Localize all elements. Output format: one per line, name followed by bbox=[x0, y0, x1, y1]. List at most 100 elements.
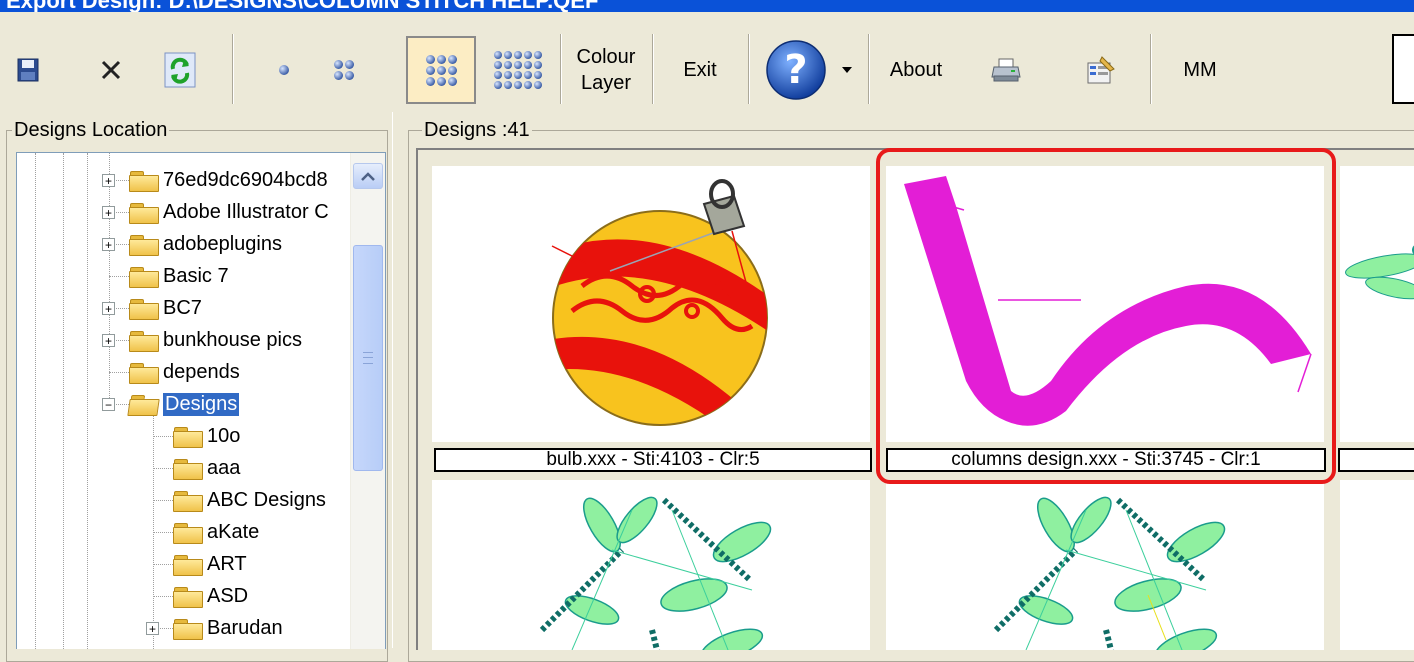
tree-node-label: ART bbox=[207, 552, 247, 575]
thumbnail-size-2-button[interactable] bbox=[318, 34, 370, 106]
dragonflies-design-image bbox=[993, 496, 1226, 650]
toolbar-separator bbox=[868, 34, 870, 104]
toolbar: Colour Layer Exit ? About MM bbox=[0, 12, 1414, 124]
folder-tree[interactable]: +76ed9dc6904bcd8 + Adobe Illustrator C + ado… bbox=[16, 152, 386, 649]
tree-connector bbox=[109, 372, 129, 373]
scroll-thumb[interactable] bbox=[353, 245, 383, 471]
chevron-up-icon bbox=[361, 171, 375, 181]
close-button[interactable] bbox=[86, 34, 136, 106]
scroll-up-button[interactable] bbox=[353, 163, 383, 189]
design-thumbnail-partial[interactable] bbox=[1340, 480, 1414, 650]
bulb-design-image bbox=[551, 179, 768, 426]
tree-node-label: 76ed9dc6904bcd8 bbox=[163, 168, 328, 191]
tree-node[interactable]: aKate bbox=[173, 517, 259, 547]
triangle-down-icon bbox=[842, 67, 852, 73]
print-button[interactable] bbox=[980, 34, 1032, 106]
toolbar-separator bbox=[652, 34, 654, 104]
tree-node-label: 10o bbox=[207, 424, 241, 447]
expand-icon[interactable]: + bbox=[102, 206, 115, 219]
tree-node[interactable]: aaa bbox=[173, 453, 240, 483]
design-thumbnail-dragonflies-2[interactable] bbox=[886, 480, 1324, 650]
tree-connector bbox=[153, 532, 173, 533]
dragonflies-design-image bbox=[539, 496, 772, 650]
tree-node-label: Barudan bbox=[207, 616, 283, 639]
folder-icon bbox=[129, 233, 159, 256]
tree-node[interactable]: 10o bbox=[173, 421, 240, 451]
svg-text:?: ? bbox=[784, 47, 807, 93]
about-button[interactable]: About bbox=[876, 34, 956, 106]
help-dropdown-button[interactable] bbox=[834, 34, 860, 106]
printer-icon bbox=[991, 58, 1021, 82]
expand-icon[interactable]: + bbox=[102, 334, 115, 347]
thumbnail-size-4-button[interactable] bbox=[484, 34, 552, 106]
tree-node[interactable]: adobeplugins bbox=[129, 229, 282, 259]
tree-node[interactable]: ART bbox=[173, 549, 247, 579]
refresh-icon bbox=[164, 52, 196, 88]
dot-grid-2-icon bbox=[334, 60, 354, 80]
thumbnail-size-1-button[interactable] bbox=[258, 34, 310, 106]
folder-icon bbox=[127, 393, 160, 415]
tree-connector bbox=[153, 564, 173, 565]
folder-icon bbox=[129, 361, 159, 384]
selection-highlight bbox=[876, 148, 1336, 484]
design-thumbnail-bulb[interactable] bbox=[432, 166, 870, 442]
tree-node[interactable]: ABC Designs bbox=[173, 485, 326, 515]
tree-node[interactable]: Adobe Illustrator C bbox=[129, 197, 329, 227]
tree-node-label: BC7 bbox=[163, 296, 202, 319]
tree-node-label: Basic 7 bbox=[163, 264, 229, 287]
tree-node-label: aKate bbox=[207, 520, 260, 543]
tree-node[interactable]: BC7 bbox=[129, 293, 202, 323]
folder-icon bbox=[129, 265, 159, 288]
expand-icon[interactable]: + bbox=[102, 302, 115, 315]
window-title: Export Design: D:\DESIGNS\COLUMN STITCH … bbox=[6, 0, 598, 12]
design-caption: bulb.xxx - Sti:4103 - Clr:5 bbox=[434, 448, 872, 472]
collapse-icon[interactable]: − bbox=[102, 398, 115, 411]
tree-node[interactable]: bunkhouse pics bbox=[129, 325, 302, 355]
tree-guide-line bbox=[35, 153, 36, 649]
designs-location-legend: Designs Location bbox=[12, 119, 170, 142]
design-thumbnail-dragonflies-1[interactable] bbox=[432, 480, 870, 650]
folder-icon bbox=[129, 329, 159, 352]
save-button[interactable] bbox=[8, 34, 48, 106]
help-button[interactable]: ? bbox=[760, 34, 832, 106]
exit-button[interactable]: Exit bbox=[660, 34, 740, 106]
tree-node-label: bunkhouse pics bbox=[163, 328, 302, 351]
tree-node[interactable]: depends bbox=[129, 357, 240, 387]
expand-icon[interactable]: + bbox=[146, 622, 159, 635]
colour-layer-label-line2: Layer bbox=[580, 72, 632, 94]
tree-node-label: aaa bbox=[207, 456, 241, 479]
panel-splitter[interactable] bbox=[392, 112, 403, 648]
tree-connector bbox=[153, 500, 173, 501]
refresh-button[interactable] bbox=[154, 34, 206, 106]
expand-icon[interactable]: + bbox=[102, 174, 115, 187]
expand-icon[interactable]: + bbox=[102, 238, 115, 251]
folder-icon bbox=[129, 297, 159, 320]
design-thumbnail-partial[interactable] bbox=[1340, 166, 1414, 442]
tree-node[interactable]: Basic 7 bbox=[129, 261, 229, 291]
tree-node-label: Designs bbox=[163, 392, 240, 416]
tree-connector bbox=[153, 596, 173, 597]
toolbar-separator bbox=[748, 34, 750, 104]
title-bar: Export Design: D:\DESIGNS\COLUMN STITCH … bbox=[0, 0, 1414, 12]
tree-connector bbox=[109, 276, 129, 277]
tree-scrollbar[interactable] bbox=[350, 153, 385, 649]
about-label: About bbox=[889, 58, 943, 81]
tree-guide-line bbox=[87, 153, 88, 649]
colour-layer-button[interactable]: Colour Layer bbox=[566, 34, 646, 106]
folder-icon bbox=[173, 521, 203, 544]
properties-button[interactable] bbox=[1074, 34, 1130, 106]
thumbnail-size-3-button[interactable] bbox=[406, 36, 476, 104]
tree-node[interactable]: Barudan bbox=[173, 613, 283, 643]
tree-connector bbox=[153, 468, 173, 469]
tree-guide-line bbox=[153, 408, 154, 649]
tree-node[interactable]: 76ed9dc6904bcd8 bbox=[129, 165, 328, 195]
tree-node-label: ASD bbox=[207, 584, 249, 607]
tree-node-label: Adobe Illustrator C bbox=[163, 200, 329, 223]
toolbar-overflow-box[interactable] bbox=[1392, 34, 1414, 104]
toolbar-separator bbox=[1150, 34, 1152, 104]
units-button[interactable]: MM bbox=[1160, 34, 1240, 106]
tree-node[interactable]: Designs bbox=[127, 389, 240, 419]
grip-icon bbox=[363, 352, 373, 364]
tree-node[interactable]: ASD bbox=[173, 581, 248, 611]
question-mark-icon: ? bbox=[766, 40, 826, 100]
